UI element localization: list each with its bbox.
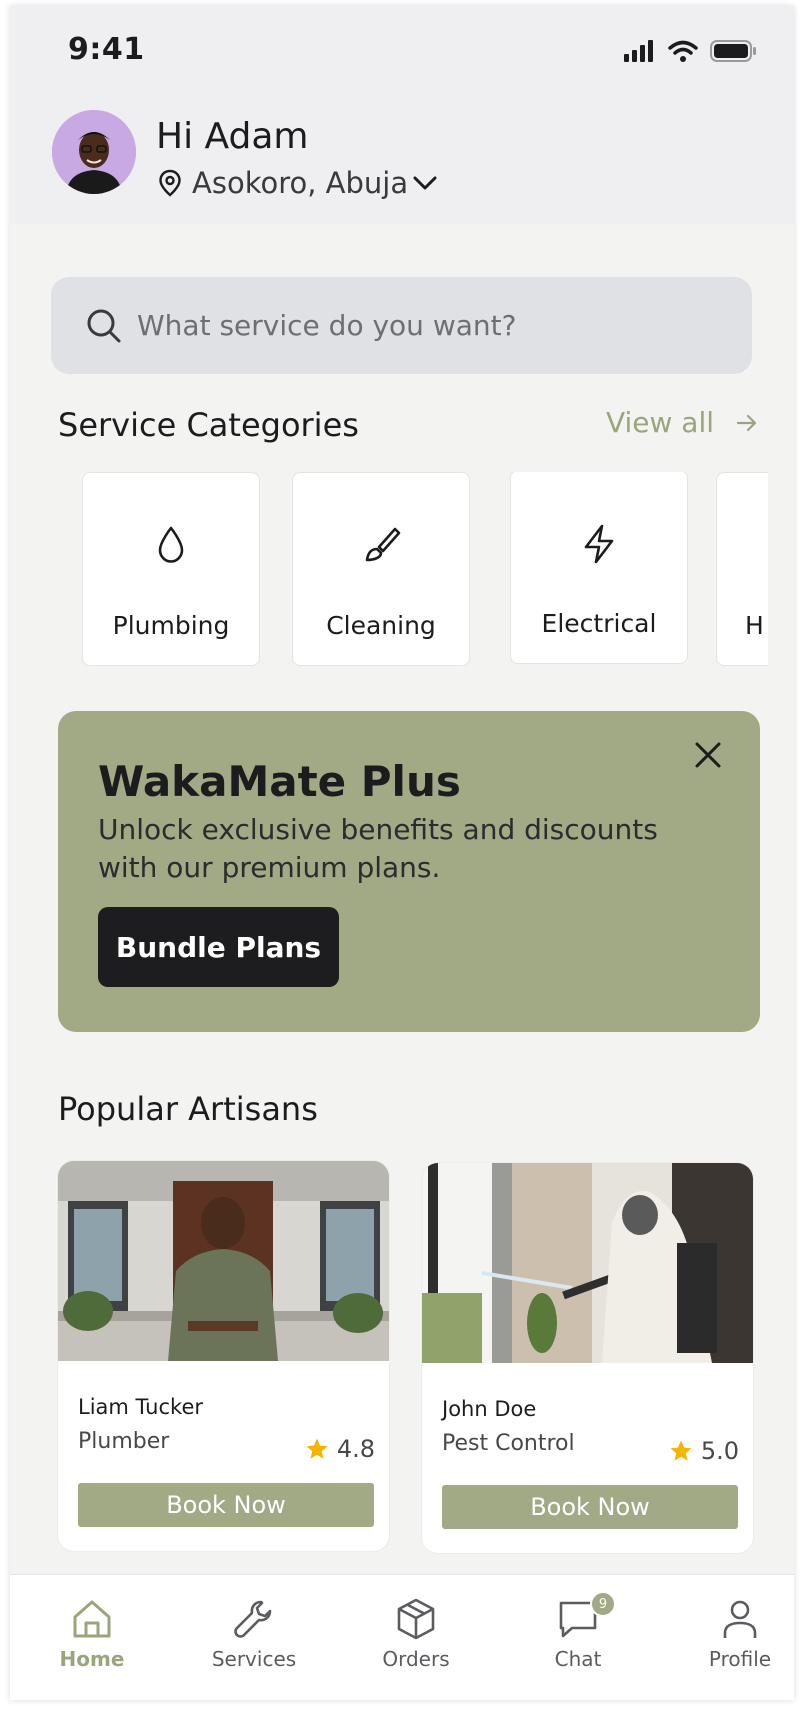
home-icon bbox=[73, 1600, 111, 1638]
location-selector[interactable]: Asokoro, Abuja bbox=[158, 166, 438, 200]
tab-services[interactable]: Services bbox=[184, 1597, 324, 1671]
person-icon bbox=[723, 1600, 757, 1638]
promo-title: WakaMate Plus bbox=[98, 757, 461, 806]
rating-value: 5.0 bbox=[700, 1437, 739, 1465]
search-input[interactable]: What service do you want? bbox=[51, 277, 752, 374]
location-text: Asokoro, Abuja bbox=[192, 166, 409, 200]
artisan-role: Pest Control bbox=[442, 1431, 575, 1456]
category-label: H bbox=[745, 611, 764, 640]
status-icons bbox=[624, 40, 756, 62]
battery-icon bbox=[710, 40, 756, 62]
tab-orders[interactable]: Orders bbox=[346, 1597, 486, 1671]
tab-chat[interactable]: 9 Chat bbox=[508, 1591, 648, 1671]
bundle-plans-button[interactable]: Bundle Plans bbox=[98, 907, 339, 987]
artisan-rating: 4.8 bbox=[305, 1435, 375, 1463]
category-card-plumbing[interactable]: Plumbing bbox=[82, 472, 260, 666]
location-pin-icon bbox=[159, 169, 181, 197]
promo-description: Unlock exclusive benefits and discounts … bbox=[98, 813, 658, 884]
popular-artisans-title: Popular Artisans bbox=[58, 1090, 318, 1128]
tab-home[interactable]: Home bbox=[22, 1597, 162, 1671]
artisan-rating: 5.0 bbox=[669, 1437, 739, 1465]
header-area: 9:41 Hi Adam Asokoro, Abuja bbox=[10, 6, 794, 224]
tab-profile[interactable]: Profile bbox=[670, 1597, 794, 1671]
category-label: Plumbing bbox=[112, 611, 230, 640]
artisan-card[interactable]: John Doe Pest Control 5.0 Book Now bbox=[422, 1163, 753, 1553]
artisan-card[interactable]: Liam Tucker Plumber 4.8 Book Now bbox=[58, 1161, 389, 1551]
category-carousel[interactable]: Plumbing Cleaning Electrical H bbox=[82, 472, 768, 672]
search-icon bbox=[87, 309, 121, 342]
view-all-label: View all bbox=[605, 406, 714, 439]
arrow-right-icon bbox=[736, 414, 757, 431]
artisan-name: Liam Tucker bbox=[78, 1395, 203, 1419]
box-icon bbox=[397, 1598, 435, 1640]
category-label: Cleaning bbox=[326, 611, 436, 640]
view-all-link[interactable]: View all bbox=[606, 406, 758, 439]
book-now-button[interactable]: Book Now bbox=[78, 1483, 374, 1527]
star-icon bbox=[306, 1438, 328, 1459]
chat-badge: 9 bbox=[590, 1591, 616, 1617]
status-time: 9:41 bbox=[68, 32, 145, 67]
category-label: Electrical bbox=[541, 609, 657, 638]
artisan-photo bbox=[58, 1161, 389, 1361]
tab-label: Orders bbox=[382, 1647, 450, 1671]
close-button[interactable] bbox=[686, 733, 730, 777]
close-icon bbox=[695, 742, 721, 768]
promo-banner: WakaMate Plus Unlock exclusive benefits … bbox=[58, 711, 760, 1032]
service-categories-title: Service Categories bbox=[58, 406, 359, 444]
chevron-down-icon bbox=[413, 176, 437, 190]
tab-label: Home bbox=[59, 1647, 125, 1671]
phone-screen: 9:41 Hi Adam Asokoro, Abuja What service… bbox=[10, 6, 794, 1700]
wrench-icon bbox=[234, 1600, 272, 1638]
rating-value: 4.8 bbox=[336, 1435, 375, 1463]
category-card-partial[interactable]: H bbox=[716, 472, 768, 666]
artisan-photo bbox=[422, 1163, 753, 1363]
tab-label: Services bbox=[211, 1647, 297, 1671]
book-now-button[interactable]: Book Now bbox=[442, 1485, 738, 1529]
avatar[interactable] bbox=[52, 110, 136, 194]
wifi-icon bbox=[668, 40, 698, 62]
bottom-tab-bar: Home Services Orders 9 Chat Profile bbox=[10, 1574, 794, 1700]
star-icon bbox=[670, 1440, 692, 1461]
tab-label: Profile bbox=[708, 1647, 772, 1671]
search-placeholder: What service do you want? bbox=[137, 309, 517, 342]
category-card-cleaning[interactable]: Cleaning bbox=[292, 472, 470, 666]
brush-icon bbox=[365, 527, 401, 562]
category-card-electrical[interactable]: Electrical bbox=[510, 472, 688, 664]
signal-icon bbox=[624, 40, 653, 62]
greeting-title: Hi Adam bbox=[156, 116, 309, 157]
lightning-icon bbox=[584, 524, 614, 564]
artisan-role: Plumber bbox=[78, 1429, 170, 1454]
water-drop-icon bbox=[158, 526, 184, 563]
artisan-name: John Doe bbox=[442, 1397, 537, 1421]
tab-label: Chat bbox=[554, 1647, 602, 1671]
